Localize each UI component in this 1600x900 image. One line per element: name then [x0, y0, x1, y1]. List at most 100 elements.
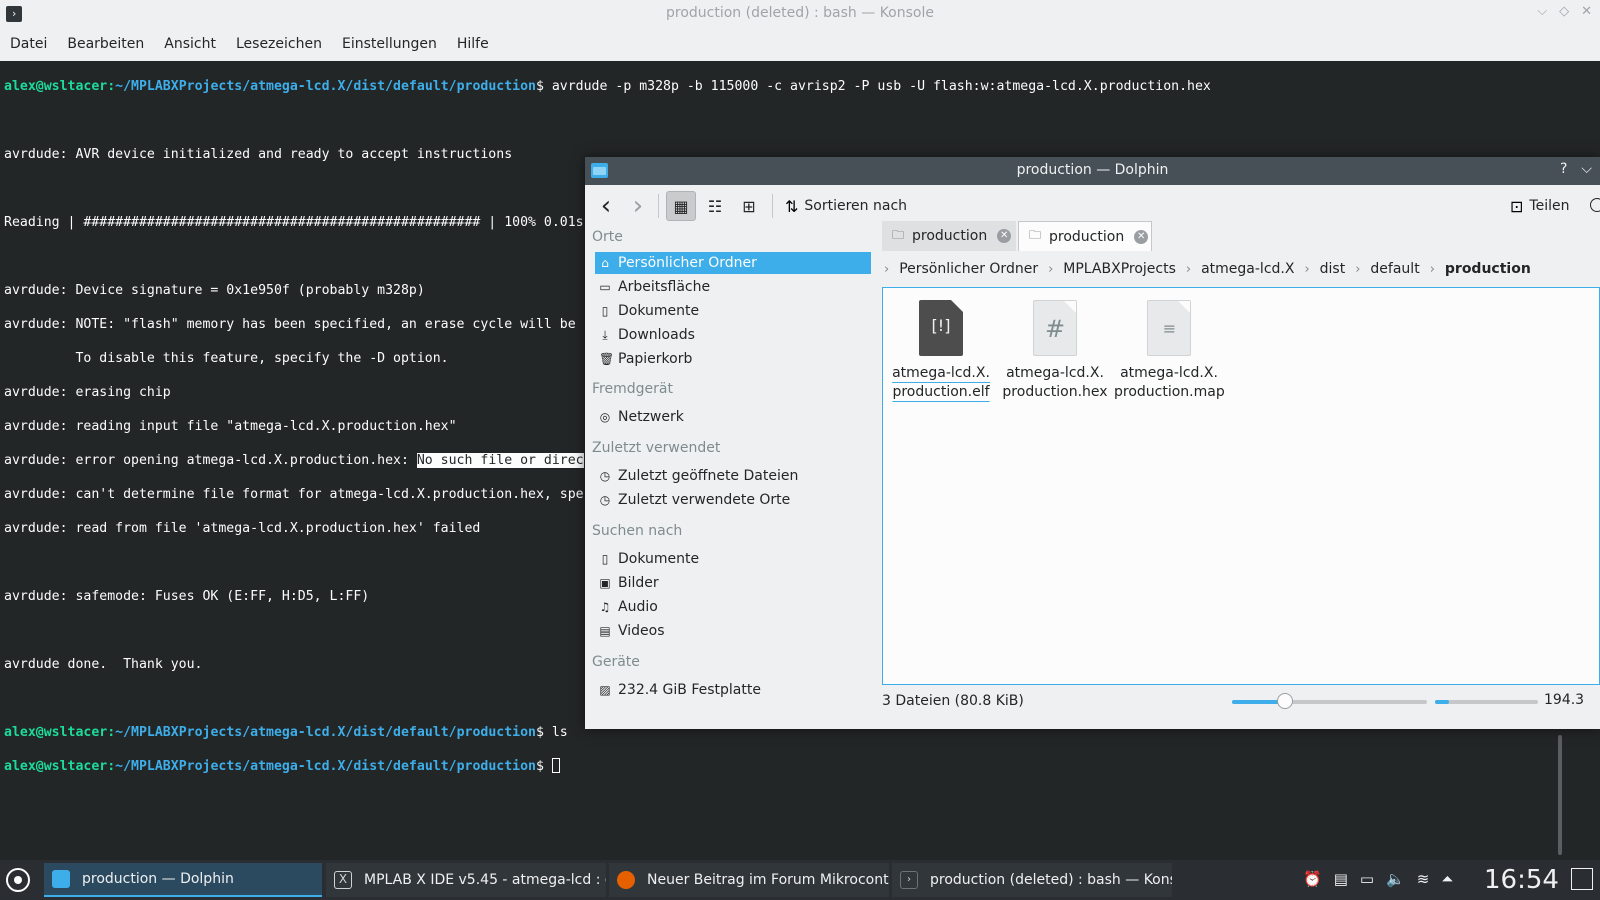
compact-view-button[interactable]: ☷: [700, 191, 730, 221]
task-mplab[interactable]: X MPLAB X IDE v5.45 - atmega-lcd : d...: [326, 863, 606, 897]
file-item-map[interactable]: ≡ atmega-lcd.X. production.map: [1114, 300, 1225, 402]
application-launcher-icon[interactable]: [6, 868, 30, 892]
menu-einstellungen[interactable]: Einstellungen: [332, 28, 447, 61]
tab-label: production: [1049, 228, 1125, 245]
breadcrumb-separator[interactable]: ›: [1048, 262, 1053, 277]
prompt-user: alex@wsltacer: [4, 79, 108, 94]
place-desktop[interactable]: ▭ Arbeitsfläche: [595, 276, 871, 298]
free-space-text: 194.3: [1544, 692, 1585, 708]
file-item-elf[interactable]: [!] atmega-lcd.X. production.elf: [886, 300, 996, 402]
task-firefox[interactable]: Neuer Beitrag im Forum Mikrocont...: [609, 863, 889, 897]
place-trash[interactable]: 🗑 Papierkorb: [595, 348, 871, 370]
terminal-scrollbar[interactable]: [1558, 735, 1562, 855]
help-icon[interactable]: ?: [1560, 161, 1567, 177]
clipboard-icon[interactable]: ▤: [1334, 870, 1348, 888]
harddisk-icon: ▨: [599, 683, 611, 697]
place-home[interactable]: ⌂ Persönlicher Ordner: [595, 252, 871, 274]
toolbar-divider: [772, 194, 773, 218]
file-view[interactable]: [!] atmega-lcd.X. production.elf # atmega…: [882, 287, 1600, 685]
volume-icon[interactable]: 🔈: [1386, 870, 1405, 888]
clock[interactable]: 16:54: [1484, 865, 1559, 895]
compact-view-icon: ☷: [707, 196, 723, 216]
zoom-slider-handle[interactable]: [1276, 693, 1293, 709]
menu-hilfe[interactable]: Hilfe: [447, 28, 499, 61]
chevron-down-icon[interactable]: ⌵: [1581, 161, 1592, 177]
konsole-titlebar[interactable]: › production (deleted) : bash — Konsole …: [0, 0, 1600, 28]
file-glyph: [!]: [931, 316, 951, 335]
menu-datei[interactable]: Datei: [0, 28, 57, 61]
breadcrumb-current[interactable]: production: [1445, 261, 1531, 277]
menu-bearbeiten[interactable]: Bearbeiten: [57, 28, 154, 61]
share-button[interactable]: ⊡ Teilen: [1510, 191, 1569, 221]
breadcrumb-separator[interactable]: ›: [1304, 262, 1309, 277]
terminal-line: alex@wsltacer:~/MPLABXProjects/atmega-lc…: [4, 758, 1596, 775]
place-network[interactable]: ◎ Netzwerk: [595, 406, 871, 428]
task-dolphin[interactable]: production — Dolphin: [44, 863, 322, 897]
minimize-icon[interactable]: ⌵: [1537, 4, 1547, 19]
icons-view-button[interactable]: ▦: [666, 191, 696, 221]
breadcrumb-item[interactable]: atmega-lcd.X: [1201, 261, 1294, 277]
zoom-slider[interactable]: [1232, 693, 1427, 709]
text-file-icon: ≡: [1147, 300, 1191, 356]
menu-ansicht[interactable]: Ansicht: [154, 28, 226, 61]
breadcrumb-item[interactable]: dist: [1320, 261, 1346, 277]
place-recent-locations[interactable]: ◷ Zuletzt verwendete Orte: [595, 489, 871, 511]
icons-view-icon: ▦: [673, 196, 689, 216]
free-space-bar[interactable]: [1435, 700, 1538, 704]
place-label: Zuletzt geöffnete Dateien: [618, 468, 799, 484]
breadcrumb-separator[interactable]: ›: [1355, 262, 1360, 277]
wifi-icon[interactable]: ≋: [1417, 870, 1430, 888]
device-harddisk[interactable]: ▨ 232.4 GiB Festplatte: [595, 679, 871, 701]
video-icon: ▤: [599, 624, 611, 638]
command-text: ls: [551, 725, 568, 740]
close-tab-icon[interactable]: ✕: [997, 229, 1012, 243]
window-title: production (deleted) : bash — Konsole: [666, 5, 934, 21]
task-konsole[interactable]: › production (deleted) : bash — Kons...: [892, 863, 1172, 897]
search-icon[interactable]: [1590, 198, 1600, 212]
battery-icon[interactable]: ▭: [1360, 870, 1374, 888]
back-button[interactable]: ‹: [591, 191, 621, 221]
tab-production-2[interactable]: 🗀 production ✕: [1018, 221, 1152, 251]
dolphin-titlebar[interactable]: production — Dolphin ? ⌵: [585, 157, 1600, 185]
place-documents[interactable]: ▯ Dokumente: [595, 300, 871, 322]
places-heading-remote: Fremdgerät: [592, 381, 673, 397]
maximize-icon[interactable]: ◇: [1559, 4, 1569, 19]
search-documents[interactable]: ▯ Dokumente: [595, 548, 871, 570]
breadcrumb-item[interactable]: default: [1370, 261, 1419, 277]
close-tab-icon[interactable]: ✕: [1134, 229, 1149, 244]
breadcrumb-item[interactable]: MPLABXProjects: [1063, 261, 1176, 277]
breadcrumb-item[interactable]: Persönlicher Ordner: [899, 261, 1038, 277]
close-icon[interactable]: ✕: [1581, 4, 1592, 19]
file-name: atmega-lcd.X. production.elf: [892, 365, 990, 400]
toolbar-divider: [658, 194, 659, 218]
search-audio[interactable]: ♫ Audio: [595, 596, 871, 618]
place-downloads[interactable]: ⤓ Downloads: [595, 324, 871, 346]
breadcrumb-separator[interactable]: ›: [1430, 262, 1435, 277]
file-glyph: ≡: [1162, 319, 1176, 338]
terminal-cursor: [551, 758, 560, 773]
menu-lesezeichen[interactable]: Lesezeichen: [226, 28, 332, 61]
prompt-dollar: $: [535, 759, 552, 774]
file-item-hex[interactable]: # atmega-lcd.X. production.hex: [1000, 300, 1110, 402]
breadcrumb-separator[interactable]: ›: [884, 262, 889, 277]
forward-button[interactable]: ›: [623, 191, 653, 221]
alarm-icon[interactable]: ⏰: [1303, 870, 1322, 888]
details-view-button[interactable]: ⊞: [734, 191, 764, 221]
image-icon: ▣: [599, 576, 611, 590]
tab-production-1[interactable]: 🗀 production ✕: [882, 221, 1016, 251]
place-label: Downloads: [618, 327, 695, 343]
home-icon: ⌂: [601, 256, 609, 270]
search-videos[interactable]: ▤ Videos: [595, 620, 871, 642]
place-label: Dokumente: [618, 303, 700, 319]
place-recent-files[interactable]: ◷ Zuletzt geöffnete Dateien: [595, 465, 871, 487]
show-desktop-icon[interactable]: [1571, 868, 1593, 890]
command-text: avrdude -p m328p -b 115000 -c avrisp2 -P…: [551, 79, 1211, 94]
place-label: Audio: [618, 599, 658, 615]
breadcrumb-separator[interactable]: ›: [1186, 262, 1191, 277]
tray-expand-icon[interactable]: ⏶: [1441, 870, 1453, 888]
search-images[interactable]: ▣ Bilder: [595, 572, 871, 594]
task-label: production — Dolphin: [82, 871, 234, 887]
sort-button[interactable]: ⇅ Sortieren nach: [785, 191, 907, 221]
file-glyph: #: [1044, 315, 1066, 343]
